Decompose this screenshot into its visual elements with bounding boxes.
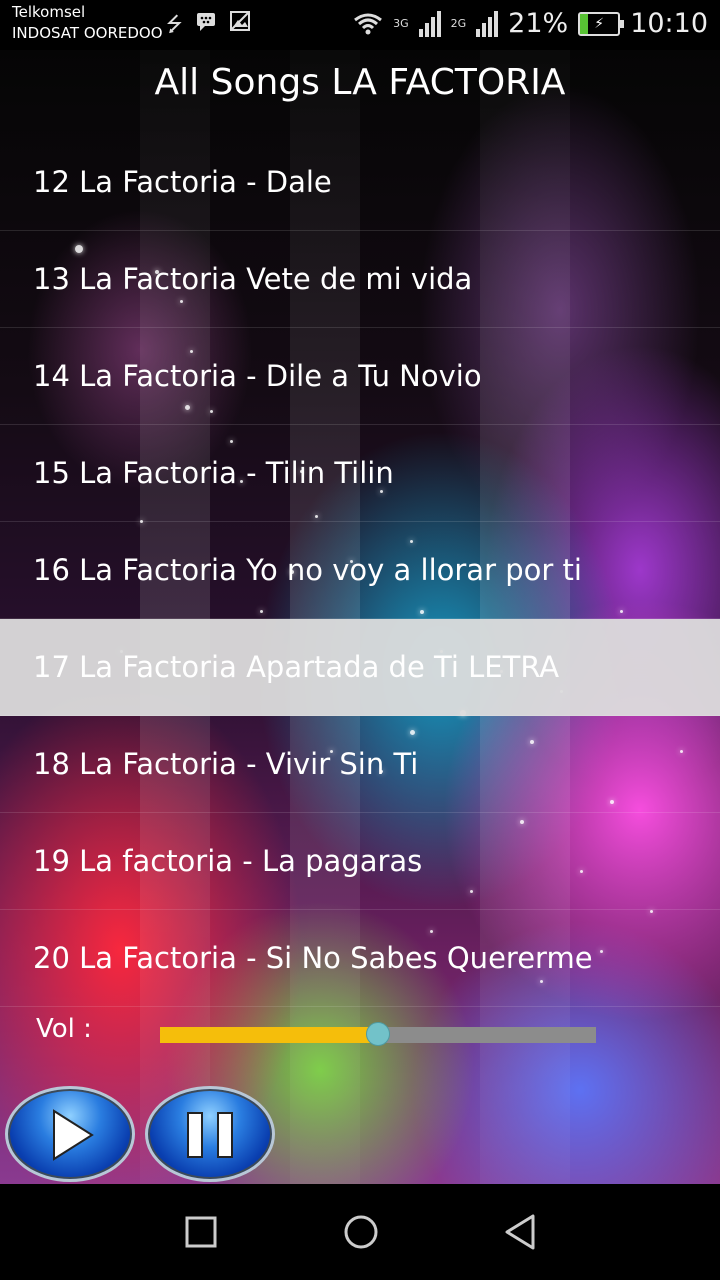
song-item[interactable]: 13 La Factoria Vete de mi vida	[0, 231, 720, 328]
volume-slider[interactable]	[160, 1022, 596, 1046]
play-icon	[53, 1109, 94, 1161]
back-icon[interactable]	[501, 1212, 541, 1252]
song-item[interactable]: 19 La factoria - La pagaras	[0, 813, 720, 910]
song-item-selected[interactable]: 17 La Factoria Apartada de Ti LETRA	[0, 619, 720, 716]
network-type-2: 2G	[450, 17, 467, 30]
battery-charging-icon: ⚡	[578, 11, 625, 36]
song-item[interactable]: 15 La Factoria - Tilin Tilin	[0, 425, 720, 522]
wifi-icon	[354, 13, 383, 34]
home-icon[interactable]	[341, 1212, 381, 1252]
page-title: All Songs LA FACTORIA	[154, 62, 566, 103]
carrier-name-2: INDOSAT OOREDOO	[12, 24, 163, 42]
volume-slider-fill	[160, 1027, 378, 1043]
signal-icon	[476, 10, 499, 37]
recents-icon[interactable]	[181, 1212, 221, 1252]
carrier-name-1: Telkomsel	[12, 3, 86, 21]
image-icon	[229, 11, 250, 31]
volume-slider-thumb[interactable]	[366, 1022, 390, 1046]
signal-icon	[418, 10, 441, 37]
song-item[interactable]: 20 La Factoria - Si No Sabes Quererme	[0, 910, 720, 1007]
pause-icon	[187, 1112, 233, 1158]
song-item[interactable]: 14 La Factoria - Dile a Tu Novio	[0, 328, 720, 425]
player-screen: All Songs LA FACTORIA 12 La Factoria - D…	[0, 50, 720, 1184]
song-list[interactable]: 12 La Factoria - Dale 13 La Factoria Vete…	[0, 134, 720, 1007]
notification-icons: ⭍	[166, 10, 251, 44]
usb-icon: ⭍	[166, 12, 183, 36]
messenger-icon	[196, 13, 215, 31]
navigation-bar	[0, 1184, 720, 1280]
song-item[interactable]: 16 La Factoria Yo no voy a llorar por ti	[0, 522, 720, 619]
status-right: 3G 2G 21% ⚡ 10:10	[353, 8, 708, 39]
pause-button[interactable]	[145, 1086, 275, 1182]
network-type-1: 3G	[393, 17, 409, 30]
song-item[interactable]: 18 La Factoria - Vivir Sin Ti	[0, 716, 720, 813]
song-item[interactable]: 12 La Factoria - Dale	[0, 134, 720, 231]
clock: 10:10	[630, 8, 708, 39]
volume-label: Vol :	[36, 1014, 92, 1044]
battery-percent: 21%	[508, 8, 569, 39]
play-button[interactable]	[5, 1086, 135, 1182]
status-bar: Telkomsel INDOSAT OOREDOO ⭍ 3G 2G 21% ⚡ …	[0, 0, 720, 50]
